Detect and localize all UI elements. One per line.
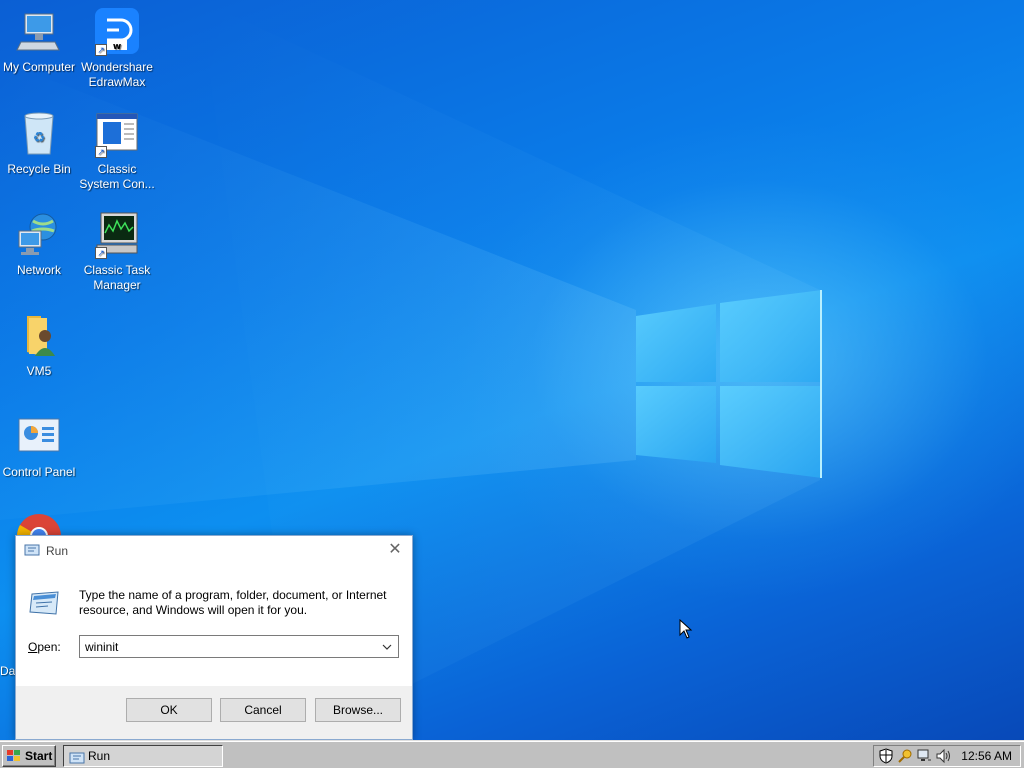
mouse-pointer-icon	[679, 619, 693, 639]
run-dialog-titlebar[interactable]: Run ✕	[16, 536, 412, 566]
desktop-icon-classic-task-manager[interactable]: ↗ Classic Task Manager	[78, 211, 156, 293]
open-combobox[interactable]	[79, 635, 399, 658]
system-config-icon: ↗	[93, 110, 141, 158]
desktop-icon-label: Classic System Con...	[79, 162, 155, 191]
network-tray-icon[interactable]	[916, 748, 932, 764]
desktop-icon-label: Wondershare EdrawMax	[81, 60, 153, 89]
chevron-down-icon[interactable]	[378, 637, 396, 656]
taskbar-button-run[interactable]: Run	[63, 745, 223, 767]
shield-icon[interactable]	[878, 748, 894, 764]
run-dialog: Run ✕ Type the name of a program, folder…	[15, 535, 413, 740]
computer-icon	[15, 8, 63, 56]
start-button[interactable]: Start	[2, 745, 56, 767]
open-label-accelerator: O	[28, 640, 38, 654]
edrawmax-icon: w ↗	[93, 8, 141, 56]
volume-icon[interactable]	[935, 748, 951, 764]
run-dialog-footer: OK Cancel Browse...	[16, 686, 412, 739]
run-dialog-description: Type the name of a program, folder, docu…	[79, 588, 387, 617]
open-input[interactable]	[80, 636, 376, 657]
desktop-icon-vm5[interactable]: VM5	[0, 312, 78, 379]
ok-button[interactable]: OK	[126, 698, 212, 722]
desktop-icon-network[interactable]: Network	[0, 211, 78, 278]
desktop-icon-control-panel[interactable]: Control Panel	[0, 413, 78, 480]
taskbar: Start Run 12:56 AM	[0, 740, 1024, 768]
clock[interactable]: 12:56 AM	[961, 749, 1012, 763]
desktop-icon-label: Classic Task Manager	[83, 263, 151, 292]
desktop-icon-label: Control Panel	[2, 465, 76, 479]
desktop-icon-label: Recycle Bin	[7, 162, 71, 176]
desktop-icon-classic-system-config[interactable]: ↗ Classic System Con...	[78, 110, 156, 192]
cancel-button[interactable]: Cancel	[220, 698, 306, 722]
folder-user-icon	[15, 312, 63, 360]
run-program-icon	[28, 590, 60, 616]
desktop-icon-label: My Computer	[2, 60, 76, 74]
windows-logo-icon	[6, 749, 22, 763]
task-manager-icon: ↗	[93, 211, 141, 259]
start-label: Start	[25, 749, 53, 763]
shortcut-arrow-icon: ↗	[95, 146, 107, 158]
shortcut-arrow-icon: ↗	[95, 44, 107, 56]
close-icon[interactable]: ✕	[384, 540, 406, 560]
control-panel-icon	[15, 413, 63, 461]
desktop-icon-edrawmax[interactable]: w ↗ Wondershare EdrawMax	[78, 8, 156, 90]
key-search-icon[interactable]	[897, 748, 913, 764]
open-label-text: pen:	[37, 640, 61, 654]
desktop-icon-recycle-bin[interactable]: ♻ Recycle Bin	[0, 110, 78, 177]
run-dialog-body: Type the name of a program, folder, docu…	[16, 566, 412, 686]
taskbar-button-label: Run	[88, 749, 111, 763]
run-app-icon	[24, 544, 40, 556]
desktop-icon-label: VM5	[26, 364, 52, 378]
run-dialog-title: Run	[46, 544, 69, 558]
desktop-icon-label: Network	[16, 263, 61, 277]
run-app-icon	[69, 750, 85, 764]
network-icon	[15, 211, 63, 259]
svg-text:♻: ♻	[33, 130, 46, 146]
browse-button[interactable]: Browse...	[315, 698, 401, 722]
desktop-icon-my-computer[interactable]: My Computer	[0, 8, 78, 75]
svg-text:w: w	[113, 42, 121, 52]
system-tray: 12:56 AM	[873, 745, 1021, 767]
open-label: Open:	[28, 640, 61, 654]
shortcut-arrow-icon: ↗	[95, 247, 107, 259]
recycle-bin-icon: ♻	[15, 110, 63, 158]
